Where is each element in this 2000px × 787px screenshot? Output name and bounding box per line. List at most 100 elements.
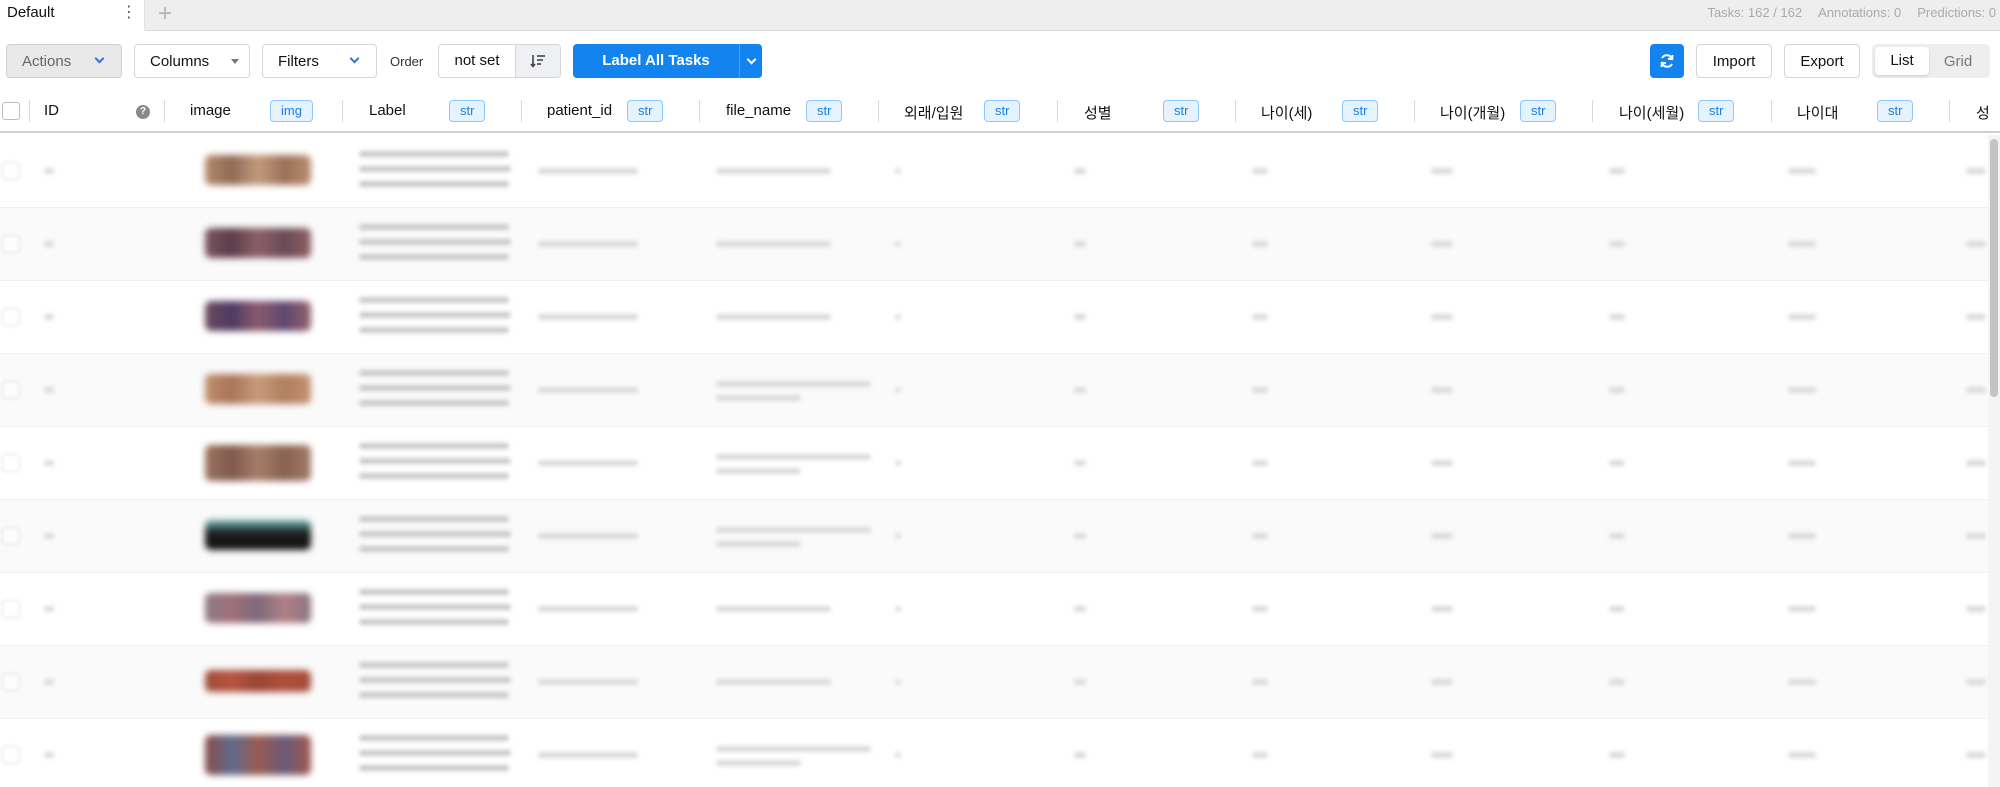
row-checkbox[interactable] — [2, 235, 20, 253]
blurred-cell-text — [1252, 168, 1268, 174]
table-row[interactable] — [0, 719, 1988, 787]
blurred-cell-text — [1252, 533, 1268, 539]
task-stats: Tasks: 162 / 162 Annotations: 0 Predicti… — [1707, 5, 1996, 20]
blurred-cell-text — [538, 679, 638, 685]
column-header-patient-id[interactable]: patient_id str — [522, 90, 700, 133]
table-row[interactable] — [0, 646, 1988, 719]
vertical-scrollbar[interactable] — [1988, 135, 2000, 787]
table-row[interactable] — [0, 573, 1988, 646]
columns-button[interactable]: Columns — [134, 44, 250, 78]
select-all-checkbox[interactable] — [2, 102, 20, 120]
column-header-label: 나이(개월) — [1440, 105, 1506, 122]
row-checkbox[interactable] — [2, 746, 20, 764]
column-header-age-months[interactable]: 나이(개월) str — [1415, 90, 1593, 133]
table-cell — [1788, 573, 1820, 646]
sort-direction-button[interactable] — [516, 45, 560, 77]
row-checkbox[interactable] — [2, 673, 20, 691]
column-header-visit-type[interactable]: 외래/입원 str — [879, 90, 1058, 133]
table-cell — [1431, 354, 1457, 427]
view-tab-bar: Default ⋮ + Tasks: 162 / 162 Annotations… — [0, 0, 2000, 31]
view-list-button[interactable]: List — [1875, 47, 1929, 75]
row-checkbox[interactable] — [2, 454, 20, 472]
column-type-badge: str — [627, 100, 664, 122]
blurred-cell-text — [359, 692, 509, 698]
table-cell — [44, 500, 58, 573]
table-cell — [44, 281, 58, 354]
label-all-tasks-dropdown[interactable] — [739, 44, 762, 78]
export-button[interactable]: Export — [1784, 44, 1860, 78]
label-all-tasks-button[interactable]: Label All Tasks — [573, 44, 739, 78]
table-row[interactable] — [0, 427, 1988, 500]
tab-default[interactable]: Default ⋮ — [0, 0, 145, 31]
table-cell — [1074, 135, 1090, 208]
blurred-cell-text — [44, 460, 54, 466]
blurred-cell-text — [716, 241, 831, 247]
table-cell — [716, 646, 835, 719]
blurred-cell-text — [1431, 168, 1453, 174]
blurred-cell-text — [716, 168, 831, 174]
blurred-cell-text — [44, 168, 54, 174]
scrollbar-thumb[interactable] — [1990, 139, 1998, 397]
blurred-cell-text — [1252, 314, 1268, 320]
column-header-truncated[interactable]: 성 — [1950, 90, 1988, 133]
column-header-age-years[interactable]: 나이(세) str — [1236, 90, 1415, 133]
table-row[interactable] — [0, 500, 1988, 573]
blurred-cell-text — [1431, 314, 1453, 320]
table-cell — [1609, 646, 1629, 719]
table-cell — [1074, 281, 1090, 354]
table-cell — [1788, 719, 1820, 787]
column-header-file-name[interactable]: file_name str — [700, 90, 879, 133]
table-row[interactable] — [0, 208, 1988, 281]
blurred-cell-text — [716, 679, 831, 685]
blurred-cell-text — [44, 606, 54, 612]
row-checkbox[interactable] — [2, 162, 20, 180]
row-checkbox[interactable] — [2, 527, 20, 545]
actions-button[interactable]: Actions — [6, 44, 122, 78]
add-tab-icon[interactable]: + — [152, 1, 178, 29]
blurred-cell-text — [1609, 168, 1625, 174]
column-header-image[interactable]: image img — [165, 90, 343, 133]
label-all-tasks-button-group: Label All Tasks — [573, 44, 762, 78]
column-type-badge: str — [984, 100, 1021, 122]
import-button[interactable]: Import — [1696, 44, 1772, 78]
column-header-label: 나이(세월) — [1619, 105, 1685, 122]
blurred-cell-text — [1252, 752, 1268, 758]
refresh-button[interactable] — [1650, 44, 1684, 78]
table-cell — [538, 208, 642, 281]
table-cell — [1252, 500, 1272, 573]
sort-direction-icon — [530, 55, 545, 68]
filters-button[interactable]: Filters — [262, 44, 377, 78]
column-header-age-full[interactable]: 나이(세월) str — [1593, 90, 1772, 133]
column-header-id[interactable]: ID ? — [30, 90, 165, 133]
table-cell — [895, 427, 905, 500]
table-cell — [538, 354, 642, 427]
order-select[interactable]: not set — [439, 45, 516, 77]
blurred-cell-text — [1074, 387, 1086, 393]
table-cell — [1966, 646, 1988, 719]
row-checkbox[interactable] — [2, 600, 20, 618]
blurred-cell-text — [1609, 241, 1625, 247]
table-cell — [895, 719, 905, 787]
column-header-label: image — [190, 102, 231, 119]
table-cell — [1074, 354, 1090, 427]
table-cell — [1431, 135, 1457, 208]
tab-menu-icon[interactable]: ⋮ — [121, 4, 137, 24]
column-type-badge: str — [1342, 100, 1379, 122]
help-icon[interactable]: ? — [136, 105, 150, 119]
row-checkbox[interactable] — [2, 308, 20, 326]
column-header-age-group[interactable]: 나이대 str — [1772, 90, 1950, 133]
table-row[interactable] — [0, 281, 1988, 354]
table-row[interactable] — [0, 135, 1988, 208]
column-header-label[interactable]: Label str — [343, 90, 522, 133]
row-checkbox[interactable] — [2, 381, 20, 399]
table-cell — [716, 354, 805, 427]
blurred-cell-text — [1788, 241, 1816, 247]
table-row[interactable] — [0, 354, 1988, 427]
table-cell — [1966, 427, 1988, 500]
column-header-sex[interactable]: 성별 str — [1058, 90, 1236, 133]
columns-button-label: Columns — [150, 52, 210, 70]
view-grid-button[interactable]: Grid — [1929, 53, 1987, 70]
blurred-cell-text — [359, 546, 509, 552]
blurred-cell-text — [1788, 168, 1816, 174]
blurred-cell-text — [44, 752, 54, 758]
